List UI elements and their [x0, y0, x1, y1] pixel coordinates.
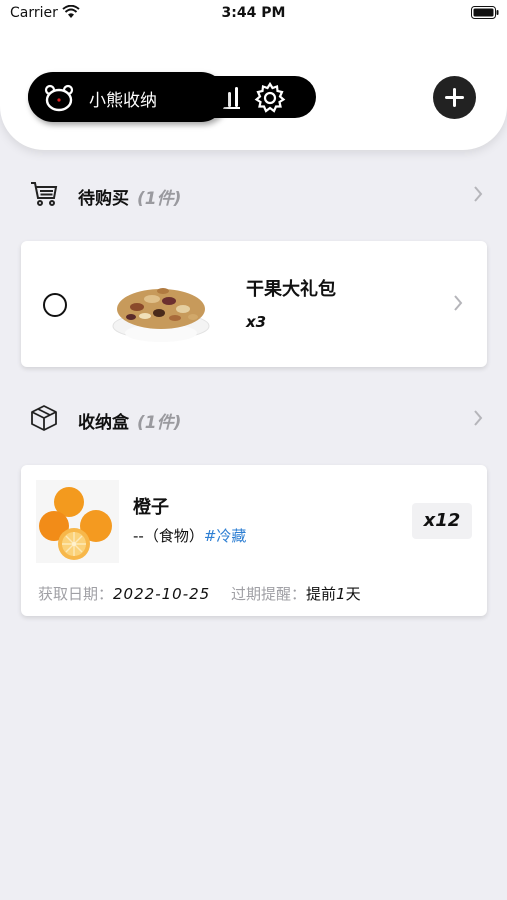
section-storage[interactable]: 收纳盒 (1件)	[0, 398, 507, 438]
section-title-shopping: 待购买	[78, 189, 129, 209]
item-category: --（食物）	[133, 527, 204, 545]
orange-image	[36, 480, 119, 563]
item-name: 干果大礼包	[246, 279, 336, 300]
item-name: 橙子	[133, 497, 169, 518]
cart-icon	[31, 182, 58, 206]
battery-icon	[471, 6, 499, 19]
expiry-reminder-post: 天	[345, 585, 361, 603]
box-icon	[31, 405, 57, 431]
status-bar: Carrier 3:44 PM	[0, 0, 507, 28]
add-button[interactable]	[433, 76, 476, 119]
plus-icon	[445, 88, 464, 107]
section-shopping[interactable]: 待购买 (1件)	[0, 174, 507, 214]
header: Carrier 3:44 PM 小熊收纳	[0, 0, 507, 150]
item-quantity: x12	[412, 503, 472, 539]
expiry-reminder-pre: 提前	[306, 585, 337, 603]
item-quantity: x3	[246, 313, 267, 331]
app-title: 小熊收纳	[89, 91, 157, 111]
app-title-pill: 小熊收纳	[28, 72, 226, 122]
gear-icon[interactable]	[254, 82, 286, 114]
expiry-reminder-label: 过期提醒：	[230, 585, 306, 603]
section-count-storage: (1件)	[137, 413, 182, 433]
chevron-right-icon	[474, 186, 483, 202]
nav-pill: 小熊收纳	[28, 72, 316, 122]
expiry-reminder-number: 1	[336, 585, 346, 603]
acquired-date-value: 2022-10-25	[113, 585, 211, 603]
storage-item-card[interactable]: 橙子 --（食物）#冷藏 x12 获取日期：2022-10-25 过期提醒：提前…	[21, 465, 487, 616]
item-tag[interactable]: #冷藏	[204, 527, 247, 545]
bear-logo-icon	[44, 84, 74, 112]
shopping-item-card[interactable]: 干果大礼包 x3	[21, 241, 487, 367]
section-title-storage: 收纳盒	[78, 413, 129, 433]
section-count-shopping: (1件)	[137, 189, 182, 209]
chevron-right-icon	[454, 295, 463, 311]
purchase-checkbox[interactable]	[43, 293, 67, 317]
clock: 3:44 PM	[221, 5, 286, 21]
mixed-nuts-image	[112, 288, 210, 342]
acquired-date-label: 获取日期：	[38, 585, 114, 603]
chevron-right-icon	[474, 410, 483, 426]
